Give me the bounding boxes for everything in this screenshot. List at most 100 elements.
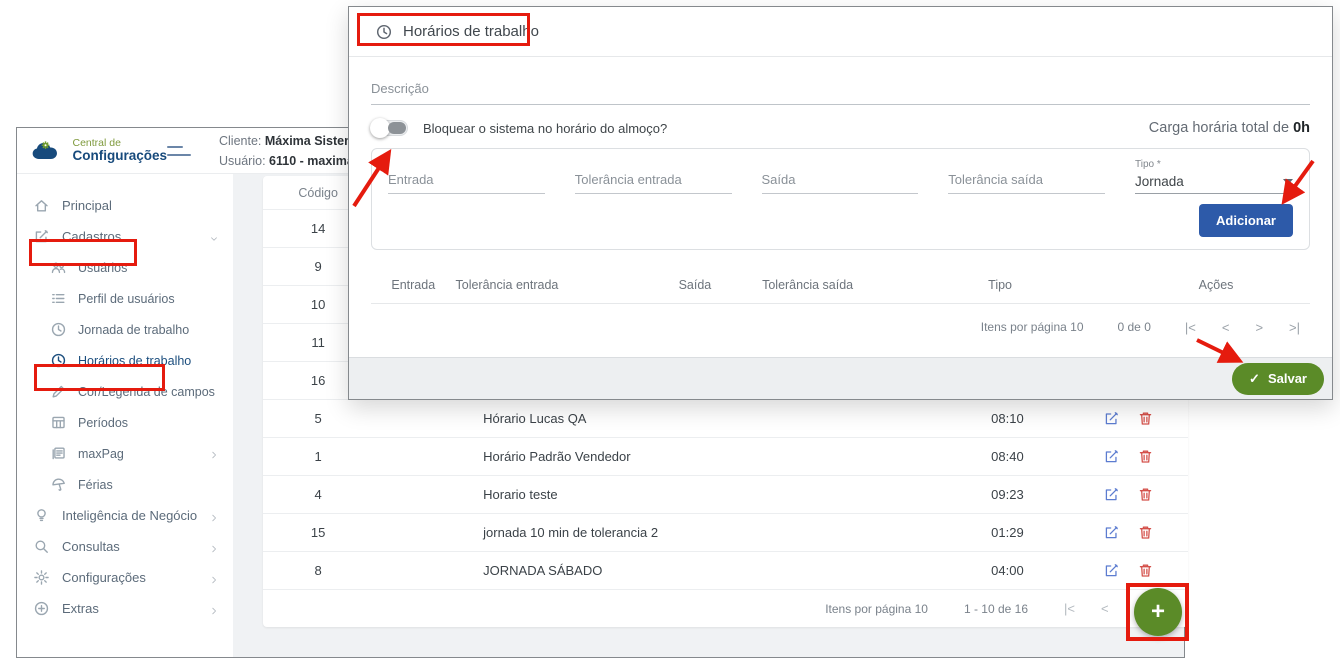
- clock-icon: [375, 23, 393, 41]
- table-footer: Itens por página 10 1 - 10 de 16 |< < >: [263, 589, 1188, 627]
- row-code: 4: [263, 487, 373, 502]
- edit-row-icon[interactable]: [1103, 410, 1120, 427]
- user-name: 6110 - maxima: [269, 154, 354, 168]
- sidebar-item-inteligencia-de-negocio[interactable]: Inteligência de Negócio: [17, 500, 233, 531]
- row-description: Horario teste: [373, 487, 958, 502]
- modal-range-indicator: 0 de 0: [1118, 320, 1151, 334]
- sidebar-item-configuracoes[interactable]: Configurações: [17, 562, 233, 593]
- gear-icon: [33, 569, 50, 586]
- horarios-de-trabalho-modal: Horários de trabalho Descrição Bloquear …: [348, 6, 1333, 400]
- row-description: Hórario Lucas QA: [373, 411, 958, 426]
- app-logo: Central de Configurações: [17, 138, 167, 164]
- row-description: Horário Padrão Vendedor: [373, 449, 958, 464]
- first-page-button[interactable]: |<: [1064, 601, 1075, 616]
- toggle-label: Bloquear o sistema no horário do almoço?: [423, 121, 667, 136]
- modal-table-pagination: Itens por página 10 0 de 0 |< < > >|: [371, 304, 1310, 350]
- row-total-time: 08:10: [958, 411, 1068, 426]
- sidebar-item-perfil-de-usuarios[interactable]: Perfil de usuários: [17, 283, 233, 314]
- row-total-time: 04:00: [958, 563, 1068, 578]
- tolerancia-entrada-input[interactable]: Tolerância entrada: [575, 172, 732, 194]
- sidebar: Principal Cadastros Usuários Perfil de u…: [17, 174, 233, 657]
- cloud-gear-logo-icon: [30, 138, 65, 164]
- sidebar-item-periodos[interactable]: Períodos: [17, 407, 233, 438]
- tipo-select[interactable]: Tipo * Jornada: [1135, 159, 1293, 194]
- row-description: jornada 10 min de tolerancia 2: [373, 525, 958, 540]
- row-description: JORNADA SÁBADO: [373, 563, 958, 578]
- edit-row-icon[interactable]: [1103, 524, 1120, 541]
- chevron-right-icon: [209, 573, 219, 583]
- pages-icon: [50, 445, 67, 462]
- salvar-button[interactable]: ✓ Salvar: [1232, 363, 1324, 395]
- next-page-button[interactable]: >: [1255, 320, 1263, 335]
- previous-page-button[interactable]: <: [1101, 601, 1109, 616]
- description-input[interactable]: Descrição: [371, 81, 1310, 105]
- chevron-down-icon: [209, 232, 219, 242]
- delete-row-icon[interactable]: [1137, 562, 1154, 579]
- saida-input[interactable]: Saída: [762, 172, 919, 194]
- edit-row-icon[interactable]: [1103, 486, 1120, 503]
- tipo-selected-value: Jornada: [1135, 174, 1184, 189]
- sidebar-item-extras[interactable]: Extras: [17, 593, 233, 624]
- modal-items-per-page[interactable]: Itens por página 10: [981, 320, 1084, 334]
- beach-umbrella-icon: [50, 476, 67, 493]
- table-row: 15jornada 10 min de tolerancia 201:29: [263, 513, 1188, 551]
- add-entry-form: Entrada Tolerância entrada Saída Tolerân…: [371, 148, 1310, 250]
- pencil-icon: [50, 383, 67, 400]
- search-icon: [33, 538, 50, 555]
- sidebar-item-cadastros[interactable]: Cadastros: [17, 221, 233, 252]
- modal-header: Horários de trabalho: [349, 7, 1332, 57]
- modal-footer: ✓ Salvar: [349, 357, 1332, 399]
- sidebar-item-principal[interactable]: Principal: [17, 190, 233, 221]
- add-schedule-fab[interactable]: +: [1134, 588, 1182, 636]
- sidebar-item-ferias[interactable]: Férias: [17, 469, 233, 500]
- plus-circle-icon: [33, 600, 50, 617]
- sidebar-item-maxpag[interactable]: maxPag: [17, 438, 233, 469]
- entrada-input[interactable]: Entrada: [388, 172, 545, 194]
- delete-row-icon[interactable]: [1137, 448, 1154, 465]
- menu-toggle-icon[interactable]: [167, 146, 191, 156]
- row-code: 5: [263, 411, 373, 426]
- range-indicator: 1 - 10 de 16: [964, 602, 1028, 616]
- last-page-button[interactable]: >|: [1289, 320, 1300, 335]
- users-icon: [50, 259, 67, 276]
- tolerancia-saida-input[interactable]: Tolerância saída: [948, 172, 1105, 194]
- edit-row-icon[interactable]: [1103, 448, 1120, 465]
- row-total-time: 01:29: [958, 525, 1068, 540]
- sidebar-item-cor-legenda-de-campos[interactable]: Cor/Legenda de campos: [17, 376, 233, 407]
- check-icon: ✓: [1249, 371, 1260, 387]
- dropdown-caret-icon: [1283, 179, 1293, 185]
- table-row: 8JORNADA SÁBADO04:00: [263, 551, 1188, 589]
- delete-row-icon[interactable]: [1137, 524, 1154, 541]
- annotated-screenshot-canvas: Central de Configurações Cliente: Máxima…: [0, 0, 1340, 666]
- block-lunch-toggle[interactable]: [371, 120, 408, 136]
- lightbulb-icon: [33, 507, 50, 524]
- row-total-time: 08:40: [958, 449, 1068, 464]
- delete-row-icon[interactable]: [1137, 486, 1154, 503]
- previous-page-button[interactable]: <: [1222, 320, 1230, 335]
- sidebar-item-usuarios[interactable]: Usuários: [17, 252, 233, 283]
- sidebar-item-jornada-de-trabalho[interactable]: Jornada de trabalho: [17, 314, 233, 345]
- table-row: 4Horario teste09:23: [263, 475, 1188, 513]
- list-icon: [50, 290, 67, 307]
- sidebar-item-consultas[interactable]: Consultas: [17, 531, 233, 562]
- table-row: 1Horário Padrão Vendedor08:40: [263, 437, 1188, 475]
- edit-square-icon: [33, 228, 50, 245]
- total-hours-text: Carga horária total de 0h: [1149, 120, 1310, 136]
- chevron-right-icon: [209, 511, 219, 521]
- tipo-label: Tipo *: [1135, 159, 1293, 170]
- items-per-page[interactable]: Itens por página 10: [825, 602, 928, 616]
- clock-icon: [50, 321, 67, 338]
- modal-table-header-row: Entrada Tolerância entrada Saída Tolerân…: [371, 266, 1310, 304]
- total-hours-value: 0h: [1293, 120, 1310, 136]
- chevron-right-icon: [209, 542, 219, 552]
- calendar-grid-icon: [50, 414, 67, 431]
- clock-icon: [50, 352, 67, 369]
- brand-line2: Configurações: [72, 149, 167, 163]
- home-icon: [33, 197, 50, 214]
- sidebar-item-horarios-de-trabalho[interactable]: Horários de trabalho: [17, 345, 233, 376]
- row-code: 1: [263, 449, 373, 464]
- delete-row-icon[interactable]: [1137, 410, 1154, 427]
- edit-row-icon[interactable]: [1103, 562, 1120, 579]
- adicionar-button[interactable]: Adicionar: [1199, 204, 1293, 237]
- first-page-button[interactable]: |<: [1185, 320, 1196, 335]
